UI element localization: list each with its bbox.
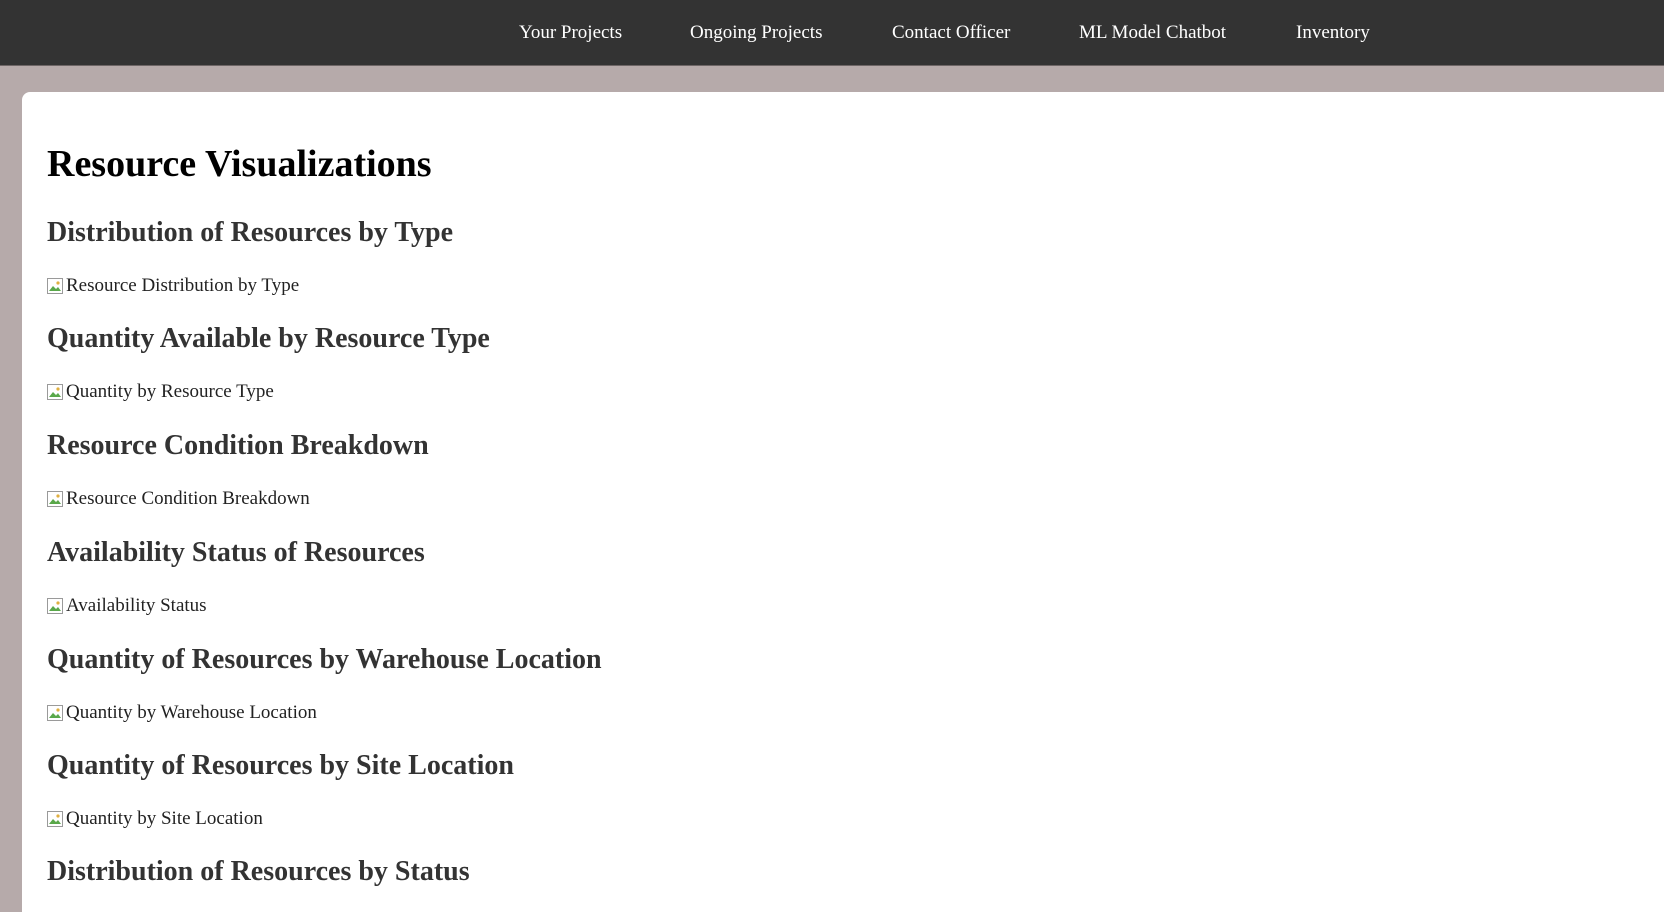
nav-link-ml-model-chatbot[interactable]: ML Model Chatbot [1079,21,1226,45]
chart-image-warehouse-location: Quantity by Warehouse Location [47,702,317,724]
image-alt-text: Quantity by Site Location [66,808,263,829]
section-heading-site-location: Quantity of Resources by Site Location [47,750,514,781]
broken-image-icon [47,705,63,721]
nav-link-your-projects[interactable]: Your Projects [519,21,622,45]
image-alt-text: Quantity by Warehouse Location [66,702,317,723]
chart-image-condition-breakdown: Resource Condition Breakdown [47,488,310,510]
top-navigation-bar: Your Projects Ongoing Projects Contact O… [0,0,1664,66]
broken-image-icon [47,384,63,400]
section-heading-resources-by-status: Distribution of Resources by Status [47,856,470,887]
image-alt-text: Availability Status [66,595,207,616]
nav-link-inventory[interactable]: Inventory [1296,21,1370,45]
section-heading-availability-status: Availability Status of Resources [47,537,425,568]
image-alt-text: Quantity by Resource Type [66,381,274,402]
broken-image-icon [47,811,63,827]
image-alt-text: Resource Condition Breakdown [66,488,310,509]
broken-image-icon [47,491,63,507]
section-heading-quantity-by-type: Quantity Available by Resource Type [47,323,490,354]
chart-image-site-location: Quantity by Site Location [47,808,263,830]
section-heading-resources-by-type: Distribution of Resources by Type [47,217,454,248]
section-heading-condition-breakdown: Resource Condition Breakdown [47,430,429,461]
page-title: Resource Visualizations [47,143,432,185]
nav-link-contact-officer[interactable]: Contact Officer [892,21,1010,45]
image-alt-text: Resource Distribution by Type [66,275,300,296]
broken-image-icon [47,598,63,614]
broken-image-icon [47,278,63,294]
section-heading-warehouse-location: Quantity of Resources by Warehouse Locat… [47,644,602,675]
nav-link-ongoing-projects[interactable]: Ongoing Projects [690,21,822,45]
chart-image-resources-by-type: Resource Distribution by Type [47,275,299,297]
chart-image-quantity-by-type: Quantity by Resource Type [47,381,274,403]
chart-image-availability-status: Availability Status [47,595,207,617]
content-panel: Resource Visualizations Distribution of … [22,92,1664,912]
